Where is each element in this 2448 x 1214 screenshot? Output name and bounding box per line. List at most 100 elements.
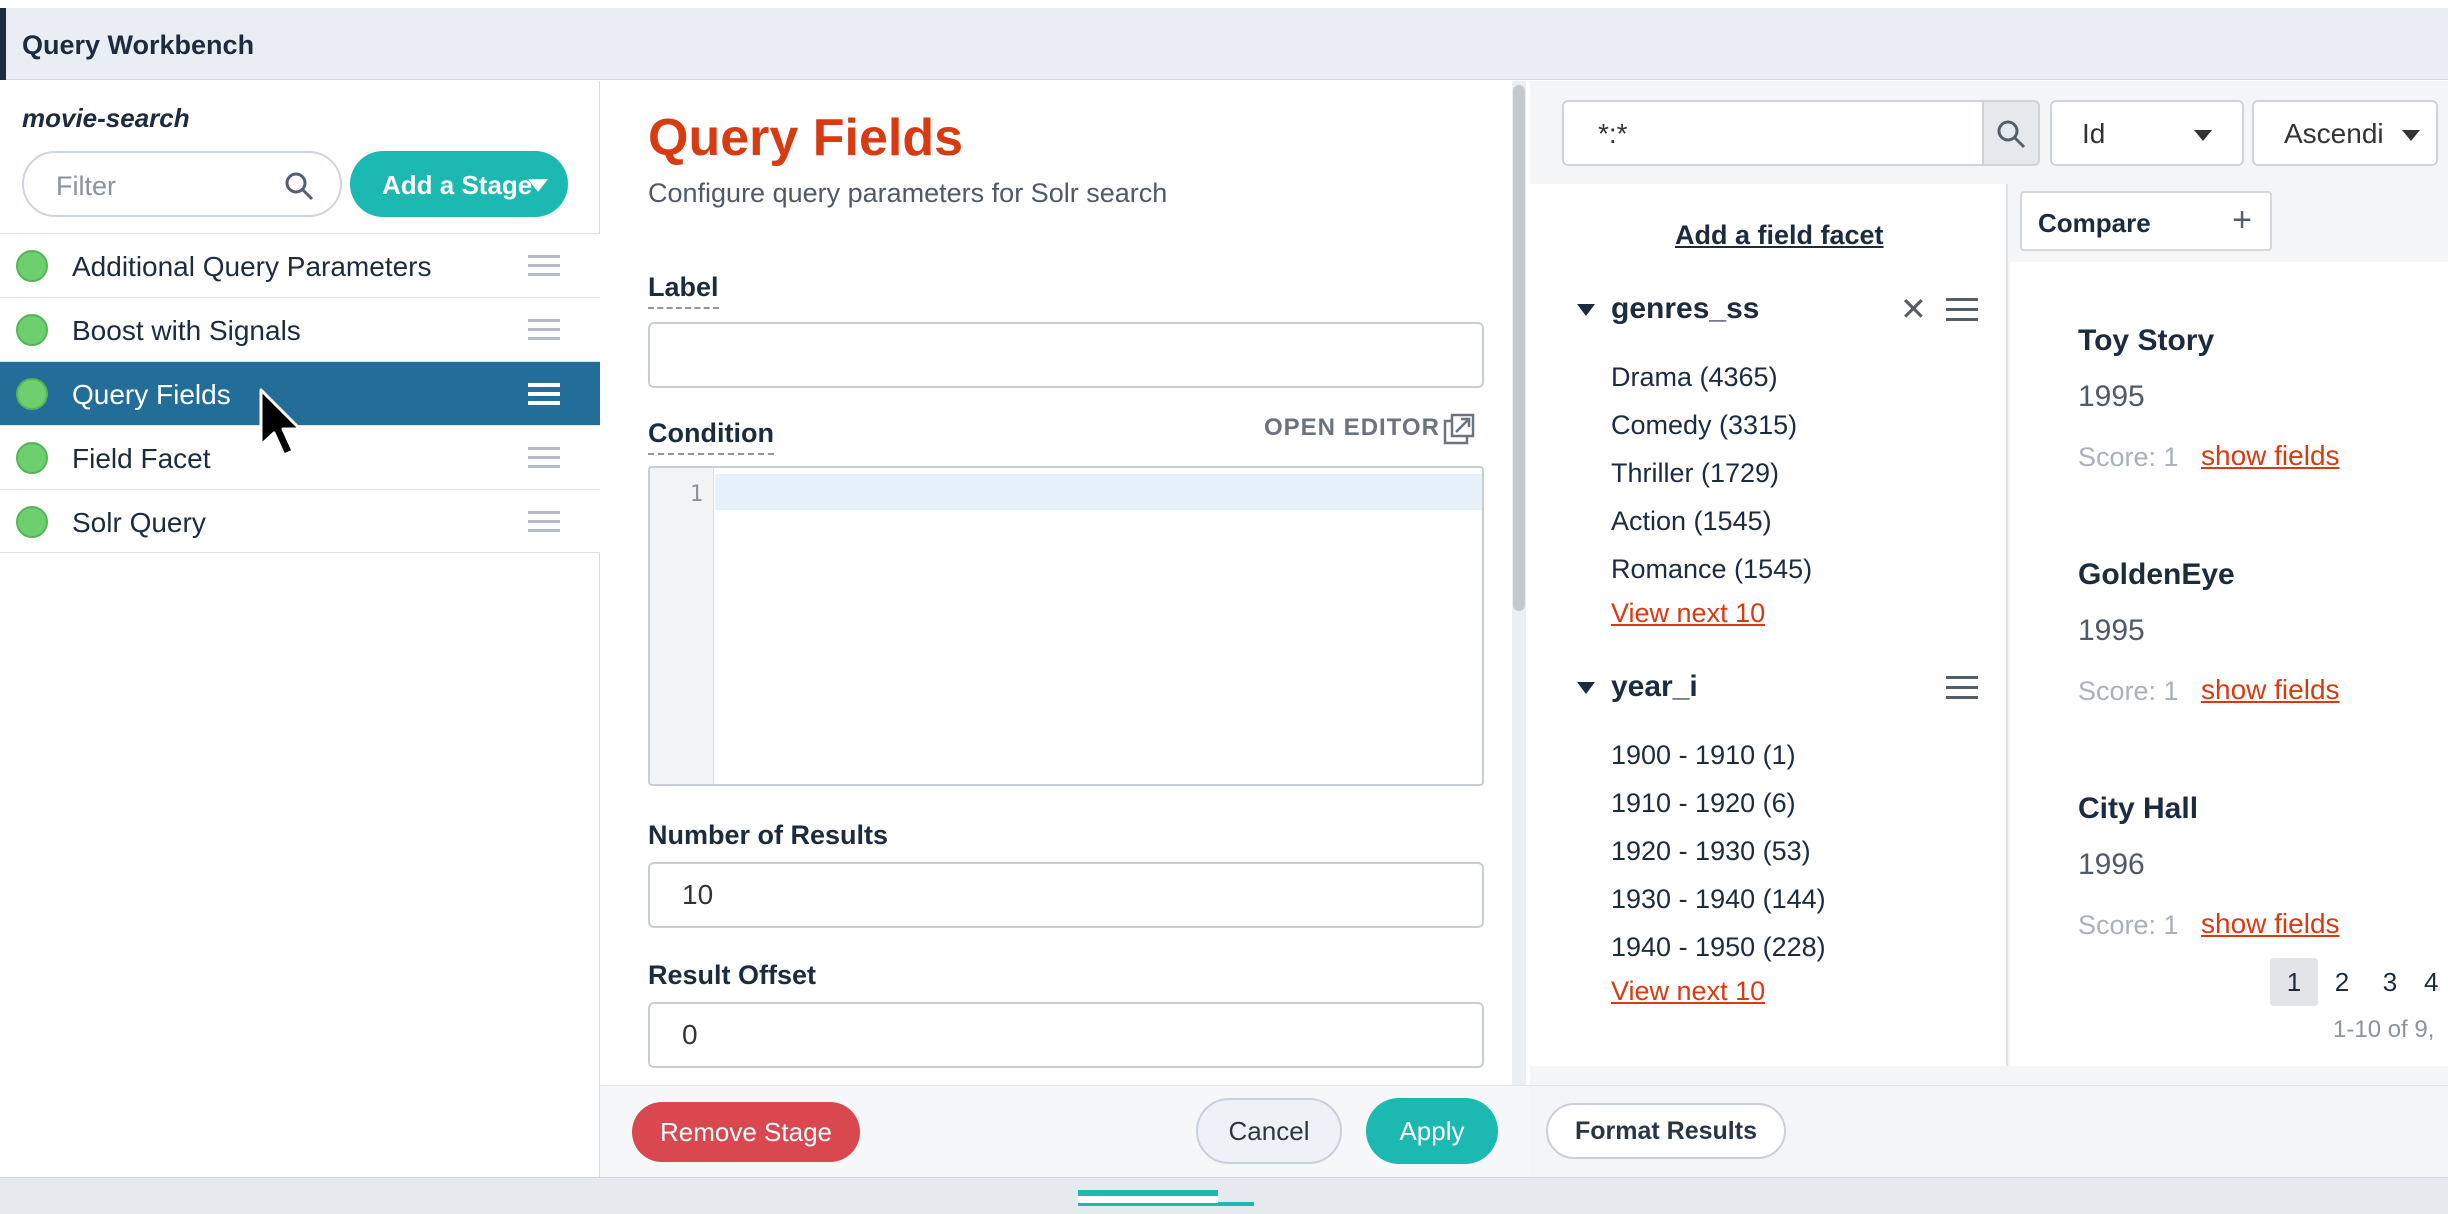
facet-title-genres[interactable]: genres_ss [1611,292,1759,326]
facet-value[interactable]: Comedy (3315) [1611,410,1797,441]
stage-filter-input[interactable]: Filter [22,151,342,217]
doc-title: GoldenEye [2078,558,2235,591]
doc-score: Score: 1 [2078,676,2179,706]
compare-label: Compare [2038,208,2151,238]
num-results-label: Number of Results [648,820,889,850]
drag-handle-icon[interactable] [528,511,560,533]
chevron-down-icon [528,179,548,192]
collapse-triangle-icon[interactable] [1577,304,1595,316]
results-range: 1-10 of 9, [2333,1016,2435,1043]
stage-label: Boost with Signals [72,315,301,346]
show-fields-link[interactable]: show fields [2201,440,2340,472]
page-1[interactable]: 1 [2270,958,2318,1006]
open-editor-button[interactable]: OPEN EDITOR [1264,414,1440,442]
drag-handle-icon[interactable] [528,255,560,277]
chevron-down-icon [2402,130,2420,141]
pipeline-name: movie-search [22,103,190,133]
remove-stage-button[interactable]: Remove Stage [632,1102,860,1162]
title-bar: Query Workbench [0,8,2448,80]
facet-value[interactable]: Romance (1545) [1611,554,1812,585]
facet-value[interactable]: 1940 - 1950 (228) [1611,932,1826,963]
menu-icon[interactable] [1946,298,1978,322]
add-stage-label: Add a Stage [382,170,533,200]
close-icon[interactable]: ✕ [1900,290,1927,328]
condition-field-label: Condition [648,418,774,455]
result-offset-label: Result Offset [648,960,817,990]
num-results-input[interactable]: 10 [648,862,1484,928]
facet-value[interactable]: Action (1545) [1611,506,1772,537]
stage-label: Additional Query Parameters [72,251,432,282]
drag-handle-icon[interactable] [528,383,560,405]
add-stage-button[interactable]: Add a Stage [350,151,568,217]
stage-label: Field Facet [72,443,211,474]
chevron-down-icon [2194,130,2212,141]
line-number: 1 [689,482,703,507]
stage-label: Query Fields [72,379,231,410]
search-icon [1997,120,2026,149]
drag-handle-icon[interactable] [528,447,560,469]
scrollbar-thumb[interactable] [1513,85,1525,611]
facet-value[interactable]: 1930 - 1940 (144) [1611,884,1826,915]
result-offset-input[interactable]: 0 [648,1002,1484,1068]
bottom-tab-indicator[interactable] [1078,1190,1218,1206]
stage-enabled-icon[interactable] [16,314,48,346]
editor-gutter: 1 [650,468,714,784]
stage-item-boost-with-signals[interactable]: Boost with Signals [0,297,600,361]
page-4[interactable]: 4 [2414,958,2448,1006]
stage-enabled-icon[interactable] [16,506,48,538]
facet-value[interactable]: Thriller (1729) [1611,458,1779,489]
stage-enabled-icon[interactable] [16,442,48,474]
add-field-facet-link[interactable]: Add a field facet [1675,220,1884,251]
format-results-button[interactable]: Format Results [1546,1103,1786,1159]
facet-value[interactable]: 1920 - 1930 (53) [1611,836,1811,867]
pipeline-sidebar: movie-search Filter Add a Stage Addition… [0,81,600,1177]
doc-score: Score: 1 [2078,910,2179,940]
page-title: Query Fields [648,109,963,167]
label-field-label: Label [648,272,719,309]
plus-icon: + [2232,201,2252,239]
menu-icon[interactable] [1946,676,1978,700]
bottom-tab-indicator-extension [1218,1202,1254,1206]
sort-order-value: Ascendi [2284,118,2384,149]
stage-enabled-icon[interactable] [16,378,48,410]
compare-button[interactable]: Compare + [2020,191,2272,251]
show-fields-link[interactable]: show fields [2201,674,2340,706]
show-fields-link[interactable]: show fields [2201,908,2340,940]
open-external-icon[interactable] [1442,412,1476,446]
doc-title: Toy Story [2078,324,2215,357]
facet-value[interactable]: 1910 - 1920 (6) [1611,788,1796,819]
facet-title-year[interactable]: year_i [1611,670,1698,704]
query-value: *:* [1598,118,1628,149]
stage-item-additional-query-parameters[interactable]: Additional Query Parameters [0,233,600,297]
page-3[interactable]: 3 [2366,958,2414,1006]
panel-scrollbar[interactable] [1512,81,1526,1085]
app-title: Query Workbench [22,30,255,60]
stage-item-solr-query[interactable]: Solr Query [0,489,600,553]
sort-field-value: Id [2082,118,2106,149]
page-2[interactable]: 2 [2318,958,2366,1006]
doc-title: City Hall [2078,792,2199,825]
search-icon [285,172,314,201]
facet-value[interactable]: 1900 - 1910 (1) [1611,740,1796,771]
query-input[interactable]: *:* [1562,100,1984,166]
view-next-link[interactable]: View next 10 [1611,976,1765,1007]
collapse-triangle-icon[interactable] [1577,682,1595,694]
view-next-link[interactable]: View next 10 [1611,598,1765,629]
doc-year: 1996 [2078,848,2145,881]
query-workbench-window: Query Workbench movie-search Filter Add … [0,0,2448,1214]
apply-button[interactable]: Apply [1366,1098,1498,1164]
sort-field-select[interactable]: Id [2050,100,2244,166]
cancel-button[interactable]: Cancel [1196,1098,1342,1164]
editor-active-line[interactable] [715,474,1482,510]
label-input[interactable] [648,322,1484,388]
page-subtitle: Configure query parameters for Solr sear… [648,178,1168,208]
condition-code-editor[interactable]: 1 [648,466,1484,786]
filter-placeholder: Filter [56,171,116,201]
search-button[interactable] [1984,100,2040,166]
stage-enabled-icon[interactable] [16,250,48,282]
sort-order-select[interactable]: Ascendi [2252,100,2438,166]
facet-value[interactable]: Drama (4365) [1611,362,1778,393]
drag-handle-icon[interactable] [528,319,560,341]
title-accent [0,8,6,80]
bottom-bar [0,1177,2448,1214]
